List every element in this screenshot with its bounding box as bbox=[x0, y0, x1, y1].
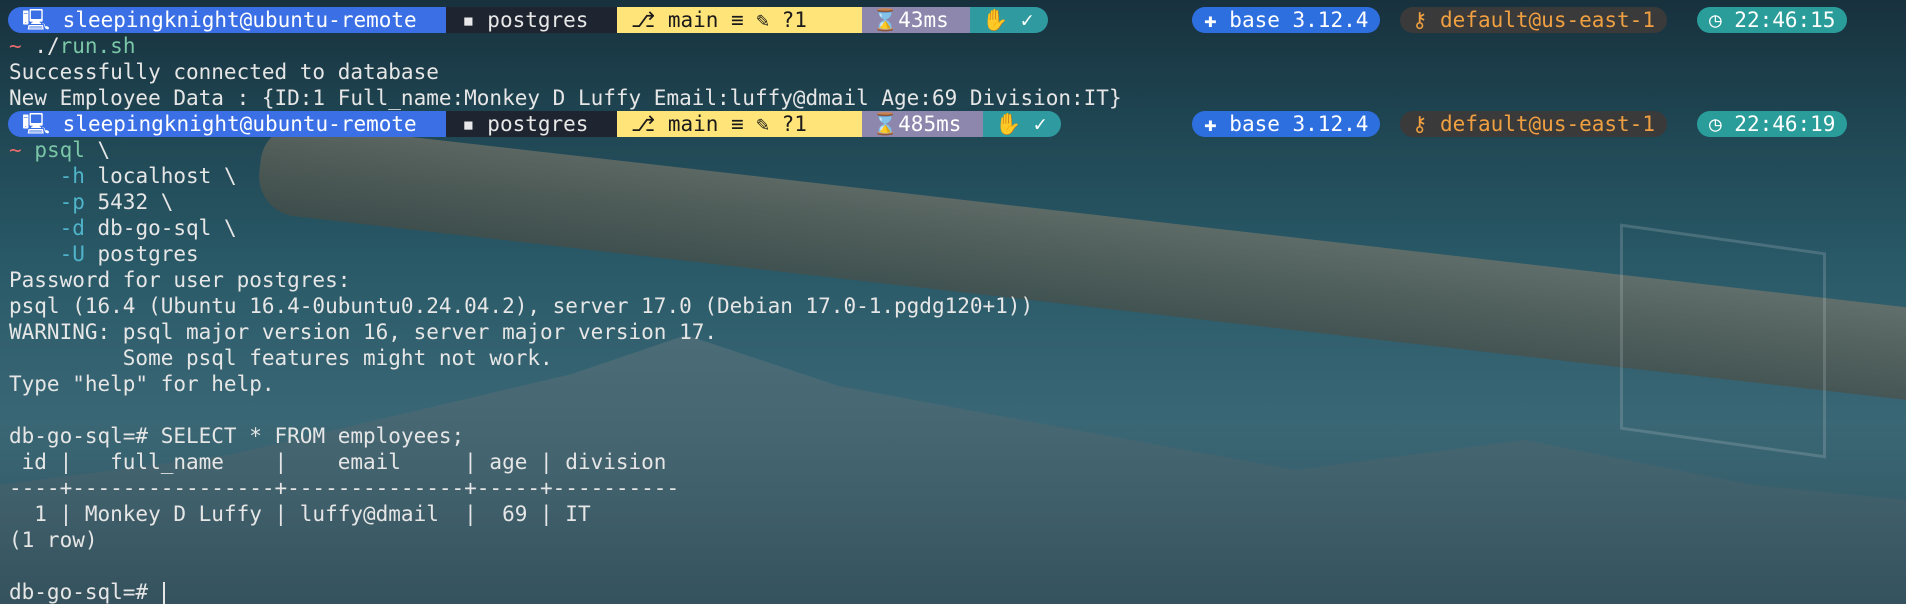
prompt-user: sleepingknight@ubuntu-remote bbox=[62, 112, 417, 136]
command-arg-line: -d db-go-sql \ bbox=[9, 215, 237, 241]
prompt-git-segment: ⎇ main ≡ ✎ ?1 bbox=[617, 111, 849, 137]
command-prefix: ./ bbox=[34, 34, 60, 58]
prompt-dir: postgres bbox=[487, 112, 589, 136]
command-flag: -d bbox=[59, 216, 85, 240]
output-line: Type "help" for help. bbox=[9, 372, 275, 396]
aws-profile: default@us-east-1 bbox=[1440, 112, 1655, 136]
sql-query-line: db-go-sql=# SELECT * FROM employees; bbox=[9, 423, 464, 449]
output-line: Some psql features might not work. bbox=[9, 346, 553, 370]
wallpaper-frame bbox=[1620, 223, 1826, 459]
segment-arrow bbox=[849, 111, 862, 137]
sql-prompt: db-go-sql=# bbox=[9, 580, 161, 604]
command-arg-line: -h localhost \ bbox=[9, 163, 237, 189]
aws-profile-pill: ⚷ default@us-east-1 bbox=[1400, 111, 1667, 137]
command-line: ~ psql \ bbox=[9, 137, 110, 163]
command-flag: -h bbox=[59, 164, 85, 188]
output-line: Password for user postgres: bbox=[9, 268, 351, 292]
github-branch-icon: ⎇ bbox=[631, 112, 668, 136]
output-line: Successfully connected to database bbox=[9, 60, 439, 84]
terminal-window[interactable]: 🖳 sleepingknight@ubuntu-remote ▪ postgre… bbox=[0, 0, 1906, 604]
conda-env-pill: ✚ base 3.12.4 bbox=[1192, 7, 1381, 33]
segment-arrow bbox=[433, 7, 446, 33]
key-icon: ⚷ bbox=[1412, 112, 1441, 136]
prompt-duration: 485ms bbox=[898, 112, 962, 136]
python-icon: ✚ bbox=[1204, 8, 1230, 32]
prompt-user-segment: 🖳 sleepingknight@ubuntu-remote bbox=[8, 111, 447, 137]
command-line: ~ ./run.sh bbox=[9, 33, 135, 59]
conda-env: base 3.12.4 bbox=[1229, 8, 1369, 32]
command-arg: localhost \ bbox=[84, 164, 237, 188]
output-line: New Employee Data : {ID:1 Full_name:Monk… bbox=[9, 86, 1122, 110]
clock-time: 22:46:15 bbox=[1734, 8, 1836, 32]
conda-env-pill: ✚ base 3.12.4 bbox=[1192, 111, 1381, 137]
prompt-dir-segment: ▪ postgres bbox=[446, 111, 604, 137]
output-line: WARNING: psql major version 16, server m… bbox=[9, 320, 718, 344]
prompt-bar: 🖳 sleepingknight@ubuntu-remote ▪ postgre… bbox=[0, 7, 1906, 33]
folder-icon: ▪ bbox=[462, 8, 488, 32]
prompt-user: sleepingknight@ubuntu-remote bbox=[62, 8, 417, 32]
clock-pill: ◷ 22:46:15 bbox=[1697, 7, 1848, 33]
timer-icon: ⌛ bbox=[872, 112, 899, 136]
command-arg-line: -p 5432 \ bbox=[9, 189, 174, 215]
clock-pill: ◷ 22:46:19 bbox=[1697, 111, 1848, 137]
prompt-user-segment: 🖳 sleepingknight@ubuntu-remote bbox=[8, 7, 447, 33]
aws-profile-pill: ⚷ default@us-east-1 bbox=[1400, 7, 1667, 33]
result-row-count: (1 row) bbox=[9, 528, 98, 552]
prompt-dir-segment: ▪ postgres bbox=[446, 7, 604, 33]
clock-icon: ◷ bbox=[1709, 112, 1735, 136]
prompt-dir: postgres bbox=[487, 8, 589, 32]
command-text: run.sh bbox=[59, 34, 136, 58]
command-arg: db-go-sql \ bbox=[84, 216, 237, 240]
line-continuation: \ bbox=[84, 138, 111, 162]
sql-query: SELECT * FROM employees; bbox=[148, 424, 465, 448]
hand-check-icon: ✋ bbox=[995, 112, 1034, 136]
command-arg: postgres bbox=[84, 242, 199, 266]
active-input-line[interactable]: db-go-sql=# bbox=[9, 579, 165, 604]
command-program: psql bbox=[34, 138, 85, 162]
prompt-git-segment: ⎇ main ≡ ✎ ?1 bbox=[617, 7, 849, 33]
prompt-duration-segment: ⌛485ms bbox=[862, 111, 970, 137]
output-line: psql (16.4 (Ubuntu 16.4-0ubuntu0.24.04.2… bbox=[9, 294, 1034, 318]
prompt-bar: 🖳 sleepingknight@ubuntu-remote ▪ postgre… bbox=[0, 111, 1906, 137]
home-tilde: ~ bbox=[9, 138, 22, 162]
conda-env: base 3.12.4 bbox=[1229, 112, 1369, 136]
prompt-git: main ≡ ✎ ?1 bbox=[667, 112, 807, 136]
prompt-status-segment: ✋ ✓ bbox=[983, 111, 1061, 137]
segment-arrow bbox=[433, 111, 446, 137]
result-table-header: id | full_name | email | age | division bbox=[9, 450, 667, 474]
command-arg: 5432 \ bbox=[84, 190, 174, 214]
clock-time: 22:46:19 bbox=[1734, 112, 1836, 136]
prompt-status: ✓ bbox=[1020, 8, 1034, 32]
prompt-duration-segment: ⌛43ms bbox=[862, 7, 957, 33]
segment-arrow bbox=[604, 7, 617, 33]
command-flag: -p bbox=[59, 190, 85, 214]
prompt-git: main ≡ ✎ ?1 bbox=[667, 8, 807, 32]
github-branch-icon: ⎇ bbox=[631, 8, 668, 32]
key-icon: ⚷ bbox=[1412, 8, 1441, 32]
aws-profile: default@us-east-1 bbox=[1440, 8, 1655, 32]
timer-icon: ⌛ bbox=[872, 8, 899, 32]
text-cursor[interactable] bbox=[162, 582, 165, 604]
segment-arrow bbox=[970, 111, 983, 137]
result-table-separator: ----+----------------+--------------+---… bbox=[9, 476, 680, 500]
sql-prompt: db-go-sql=# bbox=[9, 424, 149, 448]
prompt-status-segment: ✋ ✓ bbox=[970, 7, 1048, 33]
command-arg-line: -U postgres bbox=[9, 241, 199, 267]
computer-icon: 🖳 bbox=[22, 8, 63, 32]
home-tilde: ~ bbox=[9, 34, 22, 58]
hand-check-icon: ✋ bbox=[982, 8, 1021, 32]
python-icon: ✚ bbox=[1204, 112, 1230, 136]
segment-arrow bbox=[604, 111, 617, 137]
segment-arrow bbox=[849, 7, 862, 33]
folder-icon: ▪ bbox=[462, 112, 488, 136]
clock-icon: ◷ bbox=[1709, 8, 1735, 32]
computer-icon: 🖳 bbox=[22, 112, 63, 136]
table-row: 1 | Monkey D Luffy | luffy@dmail | 69 | … bbox=[9, 502, 591, 526]
prompt-status: ✓ bbox=[1033, 112, 1047, 136]
command-flag: -U bbox=[59, 242, 85, 266]
segment-arrow bbox=[957, 7, 970, 33]
prompt-duration: 43ms bbox=[898, 8, 949, 32]
